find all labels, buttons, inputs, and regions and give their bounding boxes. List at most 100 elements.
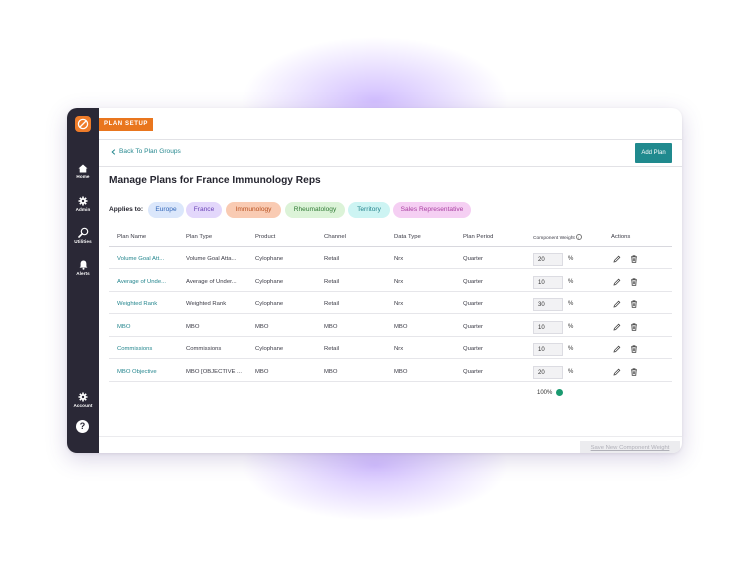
- nav-utilities[interactable]: Utilities: [67, 227, 99, 244]
- cell-data-type: Nrx: [394, 301, 404, 307]
- percent-sign: %: [568, 368, 574, 375]
- chip-france[interactable]: France: [186, 202, 222, 218]
- cell-channel: Retail: [324, 256, 340, 262]
- chip-rheumatology[interactable]: Rheumatology: [285, 202, 345, 218]
- edit-pencil-icon[interactable]: [613, 278, 621, 286]
- percent-sign: %: [568, 278, 574, 285]
- header-plan-type: Plan Type: [186, 234, 212, 240]
- row-divider: [109, 290, 672, 292]
- edit-pencil-icon[interactable]: [613, 255, 621, 263]
- trash-icon[interactable]: [630, 345, 638, 353]
- row-divider: [109, 380, 672, 382]
- back-to-plan-groups-link[interactable]: Back To Plan Groups: [111, 148, 181, 155]
- subheader-divider: [99, 166, 682, 167]
- cell-period: Quarter: [463, 278, 483, 285]
- header-data-type: Data Type: [394, 234, 421, 240]
- nav-account-label: Account: [73, 403, 93, 408]
- plan-name-link[interactable]: Commissions: [117, 346, 152, 352]
- component-weight-input[interactable]: 10: [533, 275, 563, 289]
- applies-to-label: Applies to:: [109, 206, 144, 213]
- component-weight-input[interactable]: 30: [533, 298, 563, 311]
- cell-channel: MBO: [324, 323, 338, 330]
- header-label: Actions: [611, 234, 631, 240]
- cell-data-type: Nrx: [394, 346, 404, 352]
- chip-sales-representative[interactable]: Sales Representative: [393, 202, 471, 218]
- trash-icon[interactable]: [630, 322, 638, 331]
- trash-icon[interactable]: [630, 255, 638, 263]
- header-row-divider: [109, 246, 672, 247]
- nav-admin[interactable]: Admin: [67, 196, 99, 212]
- trash-icon[interactable]: [630, 367, 638, 376]
- help-button[interactable]: ?: [76, 420, 89, 433]
- chip-europe[interactable]: Europe: [148, 202, 184, 218]
- header-label: Product: [255, 234, 276, 240]
- component-weight-input[interactable]: 20: [533, 365, 563, 379]
- row-divider: [109, 268, 672, 269]
- cell-type: MBO [OBJECTIVE ...: [186, 368, 242, 375]
- cell-channel: MBO: [324, 368, 338, 375]
- cell-product: Cylophane: [255, 278, 284, 285]
- edit-pencil-icon[interactable]: [613, 300, 621, 308]
- cell-period: Quarter: [463, 323, 483, 330]
- edit-pencil-icon[interactable]: [613, 368, 621, 376]
- plan-name-link[interactable]: MBO: [117, 324, 130, 330]
- wrench-icon: [77, 227, 88, 238]
- save-component-weight-button[interactable]: Save New Component Weight: [580, 441, 680, 453]
- chip-immunology[interactable]: Immunology: [226, 202, 281, 218]
- cell-type: Commissions: [186, 346, 222, 352]
- cell-period: Quarter: [463, 301, 483, 307]
- component-weight-input[interactable]: 10: [533, 343, 563, 356]
- edit-pencil-icon[interactable]: [613, 323, 621, 331]
- trash-icon[interactable]: [630, 277, 638, 286]
- plan-name-link[interactable]: Weighted Rank: [117, 301, 157, 307]
- row-divider: [109, 358, 672, 359]
- cell-type: Weighted Rank: [186, 301, 227, 307]
- footer-divider: [99, 436, 682, 437]
- cell-period: Quarter: [463, 256, 483, 262]
- percent-sign: %: [568, 301, 574, 307]
- bell-icon: [79, 260, 87, 270]
- cell-type: Average of Under...: [186, 278, 237, 285]
- plan-name-link[interactable]: Volume Goal Att...: [117, 256, 164, 262]
- nav-home[interactable]: Home: [67, 164, 99, 179]
- component-weight-input[interactable]: 10: [533, 320, 563, 334]
- nav-utilities-label: Utilities: [74, 239, 92, 244]
- header-label: Plan Period: [463, 234, 494, 240]
- cell-channel: Retail: [324, 301, 340, 307]
- cell-type: MBO: [186, 323, 200, 330]
- page-title: Manage Plans for France Immunology Reps: [109, 175, 321, 186]
- chevron-left-icon: [111, 148, 116, 155]
- percent-sign: %: [568, 256, 574, 262]
- app-window: Home Admin Utilities Alerts Account ? PL…: [67, 108, 682, 453]
- plan-name-link[interactable]: Average of Unde...: [117, 279, 166, 285]
- percent-sign: %: [568, 346, 574, 352]
- cell-data-type: Nrx: [394, 278, 404, 285]
- chip-territory[interactable]: Territory: [348, 202, 390, 218]
- nav-home-label: Home: [76, 174, 90, 179]
- cell-product: MBO: [255, 323, 269, 330]
- plan-setup-tag: PLAN SETUP: [99, 118, 154, 131]
- gear-icon: [78, 392, 88, 402]
- cell-period: Quarter: [463, 368, 483, 375]
- header-component-weight: Component Weight i: [533, 234, 582, 241]
- info-icon[interactable]: i: [575, 234, 582, 240]
- component-weight-input[interactable]: 20: [533, 253, 563, 266]
- header-label: Plan Type: [186, 234, 213, 240]
- nav-alerts-label: Alerts: [76, 271, 90, 276]
- nav-alerts[interactable]: Alerts: [67, 260, 99, 276]
- cell-data-type: MBO: [394, 323, 408, 330]
- plan-name-link[interactable]: MBO Objective: [117, 369, 157, 375]
- check-circle-icon: [556, 389, 563, 401]
- row-divider: [109, 335, 672, 337]
- edit-pencil-icon[interactable]: [613, 345, 621, 353]
- cell-data-type: Nrx: [394, 256, 404, 262]
- cell-period: Quarter: [463, 346, 483, 352]
- sidebar: Home Admin Utilities Alerts Account ?: [67, 108, 99, 453]
- header-plan-name: Plan Name: [117, 234, 146, 240]
- cell-product: MBO: [255, 368, 269, 375]
- cell-channel: Retail: [324, 346, 340, 352]
- cell-product: Cylophane: [255, 346, 284, 352]
- add-plan-button[interactable]: Add Plan: [635, 143, 672, 163]
- trash-icon[interactable]: [630, 300, 638, 308]
- nav-account[interactable]: Account: [67, 392, 99, 408]
